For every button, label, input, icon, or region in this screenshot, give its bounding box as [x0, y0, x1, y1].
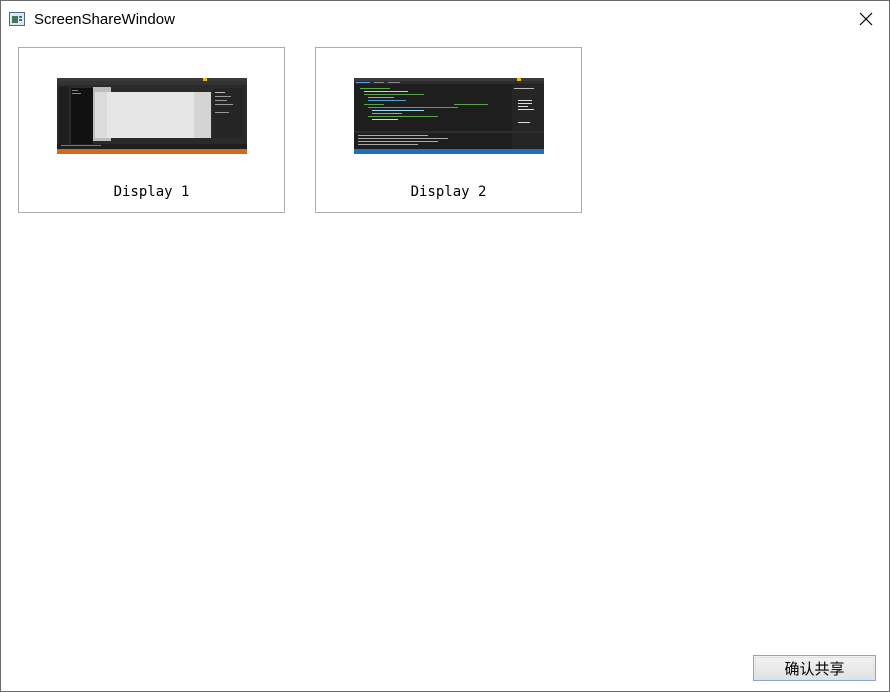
- display-1-thumbnail: [57, 78, 247, 154]
- display-2-thumbnail: [354, 78, 544, 154]
- screen-share-window: ScreenShareWindow Display 1 Display 2 确认…: [0, 0, 890, 692]
- close-button[interactable]: [843, 1, 889, 37]
- app-icon: [9, 12, 25, 26]
- display-2-label: Display 2: [410, 184, 487, 200]
- close-icon: [859, 12, 873, 26]
- display-card-2[interactable]: Display 2: [315, 47, 582, 213]
- confirm-share-button[interactable]: 确认共享: [753, 655, 876, 681]
- display-1-label: Display 1: [113, 184, 190, 200]
- display-card-1[interactable]: Display 1: [18, 47, 285, 213]
- title-bar[interactable]: ScreenShareWindow: [1, 1, 889, 37]
- window-title: ScreenShareWindow: [34, 11, 175, 28]
